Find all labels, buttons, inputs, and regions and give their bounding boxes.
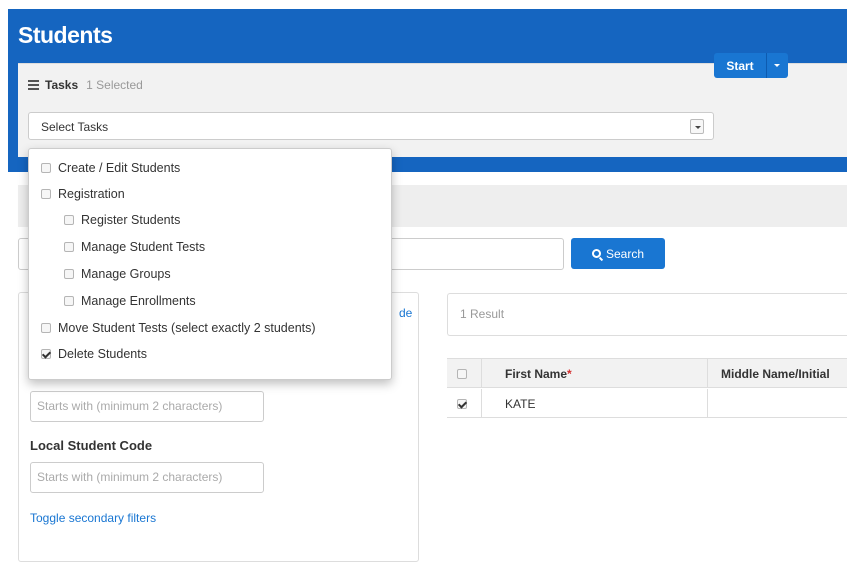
column-header-middle-name[interactable]: Middle Name/Initial [721, 367, 830, 381]
task-checkbox[interactable] [64, 269, 74, 279]
student-filter-field[interactable] [30, 391, 264, 422]
task-checkbox[interactable] [41, 349, 51, 359]
search-button-label: Search [605, 246, 645, 261]
search-icon [591, 249, 601, 258]
column-divider [481, 389, 482, 417]
toggle-secondary-filters-link[interactable]: Toggle secondary filters [30, 511, 156, 525]
task-manage-student-tests[interactable]: Manage Student Tests [64, 239, 205, 255]
column-divider [707, 359, 708, 387]
chevron-down-icon[interactable] [690, 119, 704, 134]
select-tasks-value: Select Tasks [41, 120, 109, 134]
row-checkbox[interactable] [457, 399, 467, 409]
column-divider [481, 359, 482, 387]
table-header: First Name* Middle Name/Initial [447, 358, 847, 388]
task-label: Move Student Tests (select exactly 2 stu… [58, 321, 316, 335]
task-checkbox[interactable] [41, 189, 51, 199]
task-checkbox[interactable] [64, 215, 74, 225]
task-label: Registration [58, 187, 125, 201]
task-delete-students[interactable]: Delete Students [41, 346, 147, 362]
tasks-header: Tasks 1 Selected [28, 77, 143, 93]
task-label: Manage Student Tests [81, 240, 206, 254]
task-label: Manage Enrollments [81, 294, 196, 308]
selected-count: 1 Selected [86, 78, 143, 92]
column-header-first-name[interactable]: First Name* [505, 367, 572, 381]
task-manage-groups[interactable]: Manage Groups [64, 266, 171, 282]
results-count: 1 Result [460, 307, 505, 321]
required-marker: * [567, 367, 572, 381]
page-title: Students [18, 22, 113, 48]
tasks-dropdown-menu: Create / Edit Students Registration Regi… [28, 148, 392, 380]
task-label: Register Students [81, 213, 181, 227]
filter-panel-link[interactable]: de [399, 306, 412, 320]
results-bar: 1 Result [447, 293, 847, 336]
task-registration[interactable]: Registration [41, 186, 125, 202]
search-button[interactable]: Search [571, 238, 665, 269]
task-checkbox[interactable] [64, 242, 74, 252]
task-register-students[interactable]: Register Students [64, 212, 180, 228]
start-button[interactable]: Start [714, 53, 766, 78]
task-checkbox[interactable] [41, 323, 51, 333]
task-label: Manage Groups [81, 267, 171, 281]
local-student-code-label: Local Student Code [30, 438, 153, 453]
select-all-checkbox[interactable] [457, 369, 467, 379]
first-name-header-label: First Name [505, 367, 568, 381]
task-label: Delete Students [58, 347, 147, 361]
select-tasks-dropdown[interactable]: Select Tasks [28, 112, 714, 140]
tasks-label: Tasks [45, 78, 79, 92]
task-label: Create / Edit Students [58, 161, 181, 175]
task-move-student-tests[interactable]: Move Student Tests (select exactly 2 stu… [41, 320, 316, 336]
column-divider [707, 389, 708, 417]
list-icon [28, 80, 39, 90]
task-checkbox[interactable] [41, 163, 51, 173]
local-student-code-input[interactable] [37, 470, 261, 484]
local-student-code-field[interactable] [30, 462, 264, 493]
start-options-caret-icon[interactable] [766, 53, 788, 78]
table-row[interactable]: KATE [447, 389, 847, 418]
task-create-edit-students[interactable]: Create / Edit Students [41, 160, 180, 176]
task-manage-enrollments[interactable]: Manage Enrollments [64, 293, 196, 309]
task-checkbox[interactable] [64, 296, 74, 306]
student-filter-input[interactable] [37, 399, 261, 413]
first-name-cell: KATE [505, 397, 536, 411]
